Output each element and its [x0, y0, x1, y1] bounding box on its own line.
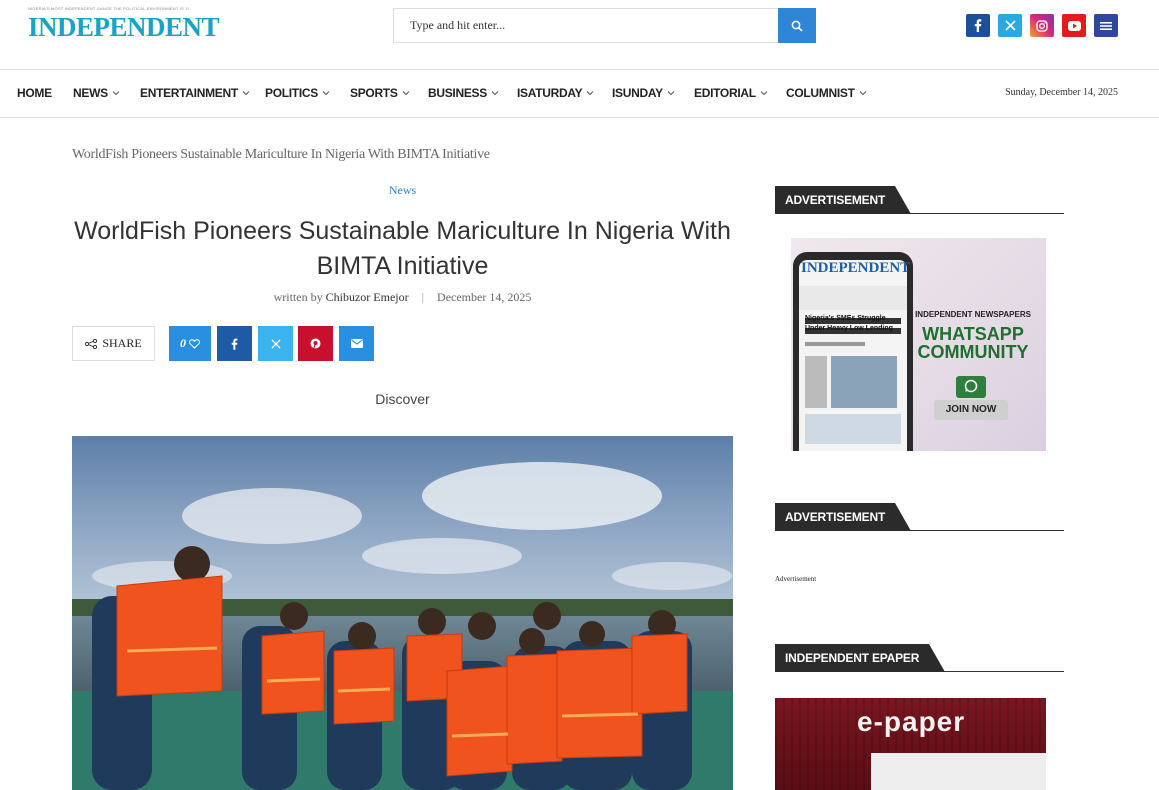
nav-item-isunday[interactable]: ISUNDAY	[612, 86, 675, 100]
article-meta: written by Chibuzor Emejor | December 14…	[0, 290, 805, 305]
category-link: News	[0, 183, 805, 198]
sidebar-widget-title: ADVERTISEMENT	[775, 186, 1064, 214]
search-box	[393, 8, 816, 43]
whatsapp-icon	[964, 379, 978, 398]
sidebar-widget-title: INDEPENDENT EPAPER	[775, 644, 1064, 672]
instagram-icon[interactable]	[1030, 14, 1054, 37]
sidebar-widget-title: ADVERTISEMENT	[775, 503, 1064, 531]
current-date: Sunday, December 14, 2025	[1005, 87, 1118, 98]
share-label: SHARE	[102, 336, 142, 350]
search-input[interactable]	[394, 9, 779, 42]
heart-icon	[189, 338, 200, 349]
written-by-label: written by	[273, 290, 323, 304]
author-link[interactable]: Chibuzor Emejor	[326, 290, 409, 304]
facebook-icon[interactable]	[966, 14, 990, 37]
chevron-down-icon	[242, 91, 250, 96]
nav-item-news[interactable]: NEWS	[73, 86, 120, 100]
epaper-logo-text: e-paper	[857, 706, 966, 737]
epaper-page-preview	[871, 753, 1046, 790]
article-featured-image	[72, 436, 733, 790]
ad-line-3: COMMUNITY	[917, 342, 1029, 362]
email-icon	[350, 339, 363, 348]
nav-item-entertainment[interactable]: ENTERTAINMENT	[140, 86, 250, 100]
site-header: NIGERIA'S MOST INDEPENDENT GANGE THE POL…	[0, 0, 1159, 70]
share-facebook-button[interactable]	[217, 326, 252, 361]
ad-paper-name: INDEPENDENT	[801, 260, 911, 276]
chevron-down-icon	[667, 91, 675, 96]
nav-item-isaturday[interactable]: ISATURDAY	[517, 86, 594, 100]
widget-title-label: ADVERTISEMENT	[775, 503, 912, 531]
meta-separator: |	[421, 290, 425, 304]
widget-title-label: INDEPENDENT EPAPER	[775, 644, 946, 672]
discover-link[interactable]: Discover	[0, 391, 805, 407]
chevron-down-icon	[402, 91, 409, 96]
nav-item-business[interactable]: BUSINESS	[428, 86, 499, 100]
chevron-down-icon	[760, 91, 768, 96]
nav-item-home[interactable]: HOME	[17, 86, 52, 100]
publish-date: December 14, 2025	[437, 290, 532, 304]
chevron-down-icon	[322, 91, 330, 96]
chevron-down-icon	[859, 91, 866, 96]
ad-join-now-button[interactable]: JOIN NOW	[934, 404, 1008, 415]
facebook-icon	[231, 338, 238, 350]
menu-icon[interactable]	[1094, 14, 1118, 37]
chevron-down-icon	[112, 91, 120, 96]
share-x-button[interactable]	[258, 326, 293, 361]
nav-item-politics[interactable]: POLITICS	[265, 86, 330, 100]
widget-title-label: ADVERTISEMENT	[775, 186, 912, 214]
epaper-banner[interactable]: e-paper	[775, 698, 1046, 790]
nav-item-columnist[interactable]: COLUMNIST	[786, 86, 867, 100]
breadcrumb: WorldFish Pioneers Sustainable Maricultu…	[72, 147, 490, 162]
article-title: WorldFish Pioneers Sustainable Maricultu…	[74, 217, 731, 280]
whatsapp-community-ad[interactable]: INDEPENDENT Nigeria's SMEs Struggle Unde…	[791, 238, 1046, 451]
search-icon	[791, 20, 803, 32]
share-icon	[85, 338, 98, 349]
share-toggle[interactable]: SHARE	[72, 326, 155, 361]
x-icon	[270, 338, 281, 349]
like-button[interactable]: 0	[169, 326, 211, 361]
featured-photo	[72, 436, 733, 790]
nav-item-editorial[interactable]: EDITORIAL	[694, 86, 768, 100]
ad-line-1: INDEPENDENT NEWSPAPERS	[915, 310, 1031, 319]
chevron-down-icon	[491, 91, 499, 96]
ad-paper-headline: Nigeria's SMEs Struggle Under Heavy Low …	[805, 315, 893, 332]
logo-tagline: NIGERIA'S MOST INDEPENDENT GANGE THE POL…	[28, 6, 189, 11]
search-button[interactable]	[778, 8, 816, 43]
youtube-icon[interactable]	[1062, 14, 1086, 37]
logo-wordmark: INDEPENDENT	[28, 12, 220, 42]
site-logo[interactable]: NIGERIA'S MOST INDEPENDENT GANGE THE POL…	[28, 6, 228, 46]
nav-item-sports[interactable]: SPORTS	[350, 86, 410, 100]
like-count: 0	[180, 336, 186, 350]
pinterest-icon	[310, 338, 321, 349]
x-icon[interactable]	[998, 14, 1022, 37]
share-pinterest-button[interactable]	[298, 326, 333, 361]
chevron-down-icon	[586, 91, 594, 96]
category-label[interactable]: News	[389, 183, 416, 197]
advertisement-label: Advertisement	[775, 575, 817, 583]
main-nav: HOME NEWS ENTERTAINMENT POLITICS SPORTS …	[0, 70, 1159, 118]
share-email-button[interactable]	[339, 326, 374, 361]
